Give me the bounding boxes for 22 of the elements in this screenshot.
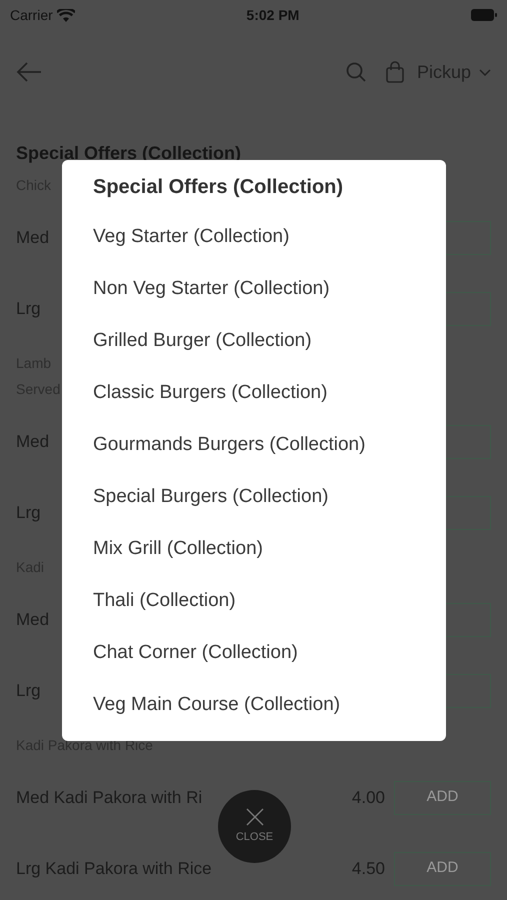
- menu-item[interactable]: Gourmands Burgers (Collection): [93, 419, 415, 471]
- menu-item[interactable]: Thali (Collection): [93, 575, 415, 627]
- menu-item[interactable]: Chat Corner (Collection): [93, 627, 415, 679]
- search-icon[interactable]: [346, 62, 366, 82]
- back-arrow-icon[interactable]: [16, 62, 42, 82]
- shopping-bag-icon[interactable]: [386, 61, 404, 83]
- close-icon: [246, 808, 264, 826]
- menu-title: Special Offers (Collection): [93, 175, 344, 200]
- menu-item[interactable]: Special Burgers (Collection): [93, 471, 415, 523]
- section-title: Special Offers (Collection): [16, 142, 242, 165]
- wifi-icon: [56, 8, 75, 22]
- menu-item[interactable]: Non Veg Starter (Collection): [93, 263, 415, 315]
- menu-item[interactable]: Veg Main Course (Collection): [93, 679, 415, 731]
- close-button[interactable]: CLOSE: [218, 790, 291, 863]
- menu-item[interactable]: Classic Burgers (Collection): [93, 367, 415, 419]
- chevron-down-icon: [479, 68, 491, 76]
- status-time: 5:02 PM: [246, 6, 300, 24]
- menu-item[interactable]: Veg Starter (Collection): [93, 211, 415, 263]
- menu-item[interactable]: Grilled Burger (Collection): [93, 315, 415, 367]
- menu-item[interactable]: Mix Grill (Collection): [93, 523, 415, 575]
- carrier-label: Carrier: [10, 6, 53, 24]
- battery-icon: [470, 9, 497, 21]
